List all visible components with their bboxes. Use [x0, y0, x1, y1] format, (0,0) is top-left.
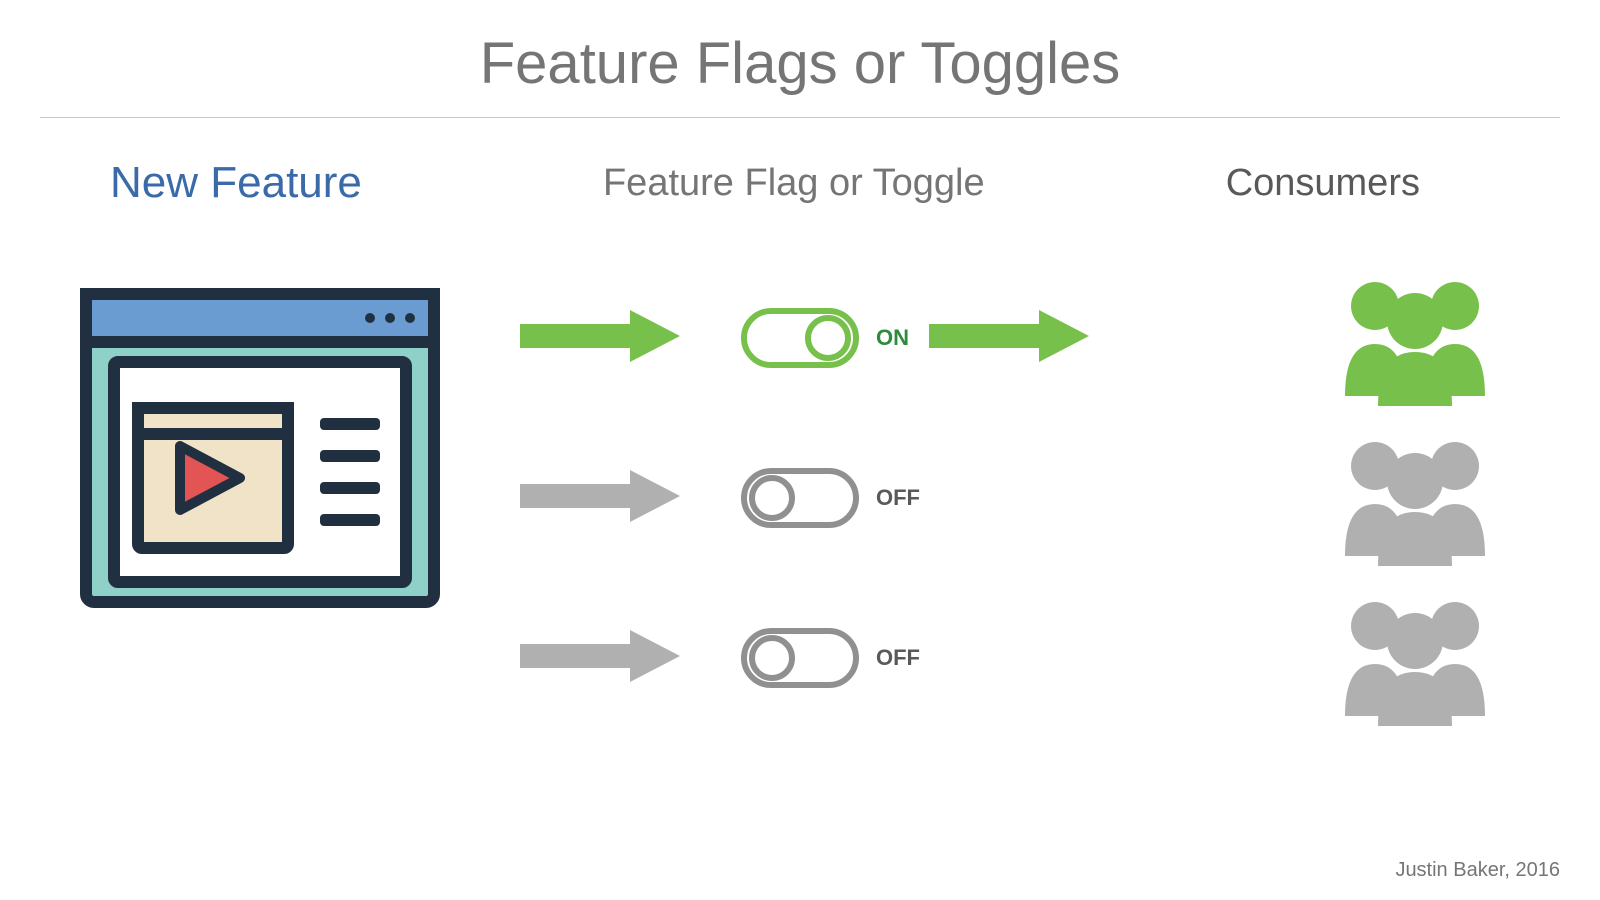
consumers-icon — [1330, 266, 1500, 411]
arrow-icon — [520, 306, 680, 371]
toggle-label: OFF — [876, 645, 920, 671]
arrow-icon — [929, 306, 1089, 371]
consumers-icon — [1330, 426, 1500, 571]
consumers-icon — [1330, 586, 1500, 731]
toggle-label: OFF — [876, 485, 920, 511]
feature-browser-icon — [80, 288, 440, 613]
column-headers: New Feature Feature Flag or Toggle Consu… — [0, 118, 1600, 228]
toggle-switch-icon — [740, 463, 860, 533]
column-heading-toggle: Feature Flag or Toggle — [603, 162, 985, 205]
arrow-icon — [520, 626, 680, 691]
attribution: Justin Baker, 2016 — [1395, 859, 1560, 882]
toggle-on: ON — [740, 303, 909, 373]
toggle-off: OFF — [740, 463, 920, 533]
toggle-switch-icon — [740, 303, 860, 373]
toggle-off: OFF — [740, 623, 920, 693]
column-heading-consumers: Consumers — [1226, 162, 1420, 205]
flow-row-on: ON — [520, 268, 1520, 408]
toggle-switch-icon — [740, 623, 860, 693]
flow-row-off: OFF — [520, 588, 1520, 728]
slide-title: Feature Flags or Toggles — [0, 0, 1600, 117]
flow-row-off: OFF — [520, 428, 1520, 568]
diagram-body: ON — [0, 228, 1600, 788]
toggle-label: ON — [876, 325, 909, 351]
column-heading-new-feature: New Feature — [110, 158, 362, 208]
arrow-icon — [520, 466, 680, 531]
